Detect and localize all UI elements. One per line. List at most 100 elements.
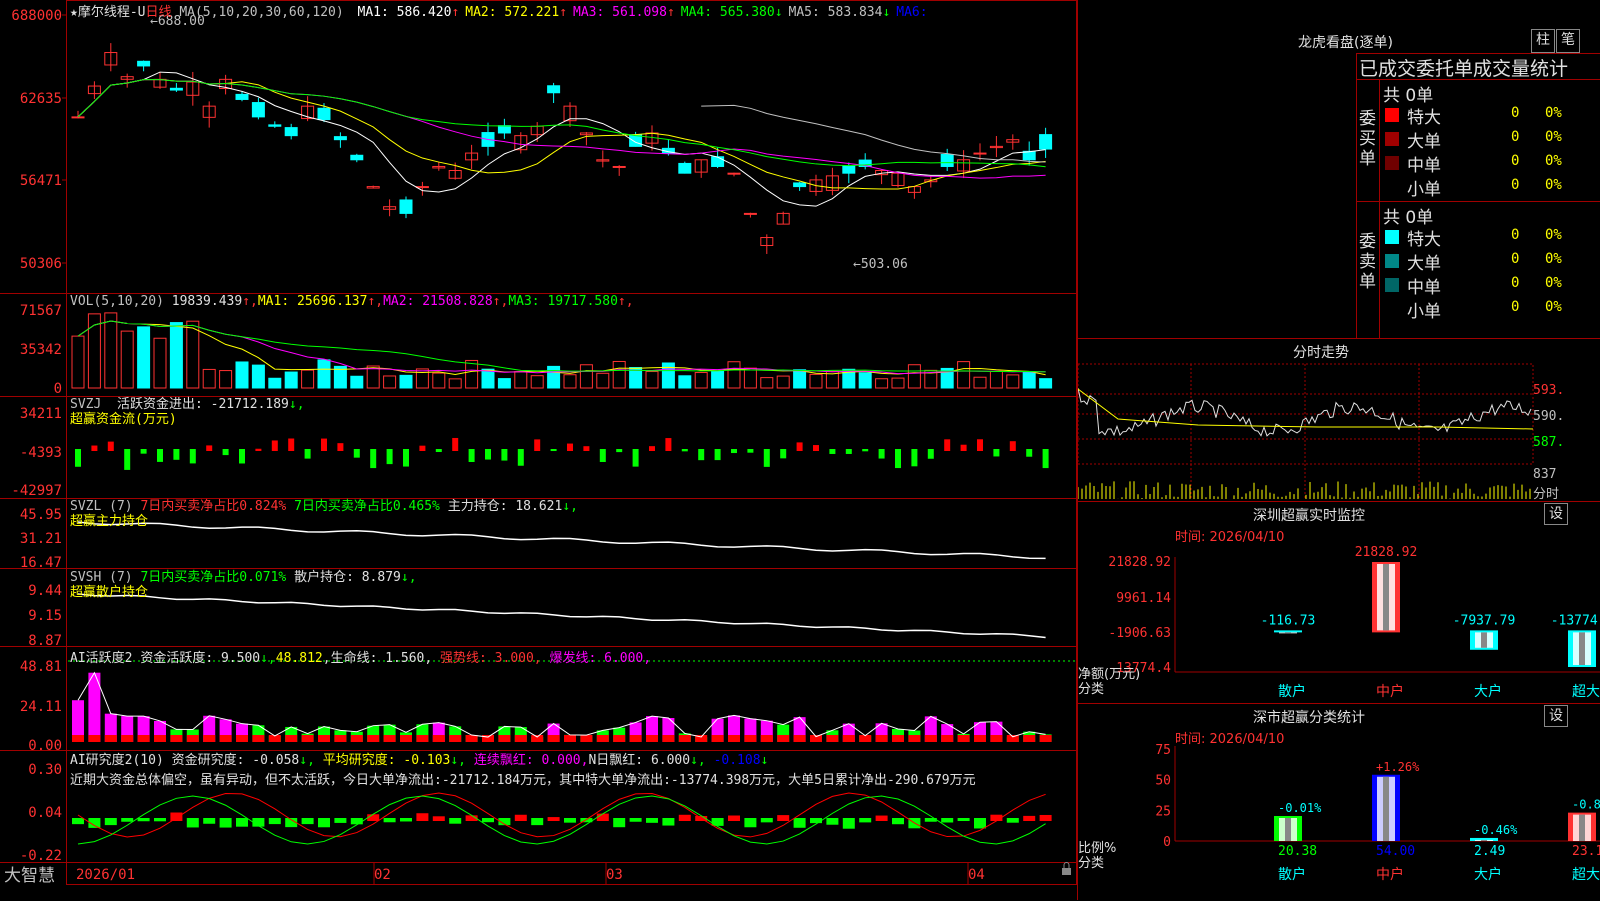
lifeline-bar — [974, 735, 986, 742]
candle-body — [973, 152, 987, 155]
vol-ma-label-1: MA1: 25696.137 — [257, 294, 368, 309]
research-bar — [875, 815, 888, 821]
volume-bar — [202, 368, 216, 389]
realtime-monitor-panel: 深圳超赢实时监控 设 时间: 2026/04/10 21828.92 9961.1… — [1078, 501, 1600, 703]
lifeline-bar — [547, 735, 560, 742]
lifeline-bar — [875, 735, 888, 742]
volume-bar — [973, 376, 987, 389]
research-bar — [400, 818, 412, 822]
volume-bar — [678, 375, 692, 389]
volume-bar — [711, 370, 725, 389]
classify-cat-label: 超大 — [1572, 867, 1600, 883]
volume-bar — [235, 361, 249, 389]
candle-body — [333, 136, 347, 141]
vol-y-tick-3: 0 — [54, 381, 62, 397]
lifeline-bar — [744, 735, 757, 742]
buy-swatch-2 — [1385, 132, 1399, 146]
volume-bar — [366, 365, 380, 389]
main-y-tick-1: 688000 — [11, 8, 62, 24]
flow-bar — [321, 438, 327, 451]
ma-label-4: MA4: 565.380 — [680, 5, 775, 20]
candle-body — [235, 93, 249, 100]
monitor-bar-4 — [1568, 630, 1596, 667]
classify-y-tick: 25 — [1155, 804, 1171, 819]
svzj-y-tick-3: -42997 — [11, 483, 62, 499]
order-stats-panel: 已成交委托单成交量统计 委买单 共 0单 特大 0 0% 大单 0 0% 中单 0 0% 小单 0 0… — [1356, 53, 1600, 339]
lifeline-bar — [793, 735, 806, 742]
volume-bar — [579, 364, 593, 389]
ai-summary: 近期大资金总体偏空，虽有异动，但不太活跃，今日大单净流出:-21712.184万… — [70, 773, 976, 788]
research-bar — [219, 818, 232, 828]
flow-bar — [599, 449, 606, 462]
bar-view-button[interactable]: 柱 — [1531, 29, 1555, 53]
ma-label-6: MA6: — [896, 5, 928, 20]
flow-bar — [386, 449, 393, 465]
ma-label-3: MA3: 561.098 — [573, 5, 667, 20]
intraday-y-tick-1: 593. — [1533, 383, 1565, 398]
flow-bar — [829, 449, 836, 454]
monitor-bar-core — [1481, 632, 1487, 648]
buy-row-label-3: 中单 — [1407, 156, 1441, 176]
x-label-jan: 2026/01 — [76, 867, 135, 883]
volume-bar — [448, 378, 462, 389]
flow-bar — [370, 449, 377, 469]
candle-body — [137, 60, 151, 67]
lifeline-bar — [465, 735, 478, 742]
buy-row-label-4: 小单 — [1407, 180, 1441, 200]
classify-bar-2 — [1372, 774, 1400, 841]
buy-row-label-2: 大单 — [1407, 132, 1441, 152]
classify-bar-1 — [1274, 816, 1302, 841]
ai-research-header: AI研究度2(10) 资金研究度: -0.058↓, 平均研究度: -0.103… — [70, 753, 976, 788]
volume-bar — [219, 370, 233, 389]
main-panel-header: ★摩尔线程-U日线 MA(5,10,20,30,60,120) MA1: 586… — [70, 5, 928, 20]
volume-bar — [776, 375, 790, 389]
candle-body — [399, 199, 413, 214]
flow-bar — [75, 449, 81, 467]
volume-bar — [268, 377, 282, 389]
ma-arrow-3: ↑ — [666, 5, 675, 20]
classify-bar-3 — [1470, 837, 1498, 841]
research-bar — [334, 818, 347, 823]
flow-bar — [271, 440, 278, 451]
research-bar — [678, 814, 691, 821]
flow-bar — [452, 437, 459, 451]
lifeline-bar — [892, 735, 904, 742]
flow-bar — [1026, 449, 1033, 457]
flow-bar — [895, 449, 901, 469]
flow-bar — [796, 442, 803, 451]
flow-bar — [239, 449, 245, 464]
lifeline-bar — [88, 735, 101, 742]
volume-bar — [809, 373, 823, 389]
classify-cat-label: 中户 — [1376, 866, 1404, 883]
classify-value-label: 2.49 — [1474, 844, 1505, 859]
research-bar — [203, 818, 216, 824]
lock-icon[interactable] — [1062, 862, 1071, 876]
intraday-vol-tick: 837 — [1533, 467, 1557, 482]
buy-swatch-1 — [1385, 108, 1399, 122]
lifeline-bar — [1006, 735, 1019, 742]
volume-bar — [858, 372, 872, 389]
lifeline-bar — [449, 735, 462, 742]
classify-change-label: -0.80% — [1572, 798, 1600, 812]
x-label-apr: 04 — [968, 867, 985, 883]
classify-y-tick: 0 — [1163, 835, 1171, 850]
sell-swatch-3 — [1385, 278, 1399, 292]
svsh-panel-header: SVSH (7) 7日内买卖净占比0.071% 散户持仓: 8.879↓, 超赢… — [70, 570, 417, 600]
ai-y-tick-1: 48.81 — [20, 659, 62, 675]
tick-view-button[interactable]: 笔 — [1556, 29, 1580, 53]
candle-body — [1039, 134, 1053, 150]
monitor-cat-label: 散户 — [1278, 683, 1306, 700]
volume-bar — [1022, 371, 1036, 389]
flow-bar — [468, 449, 475, 463]
ai-y-tick-2: 24.11 — [20, 699, 62, 715]
svzl-y-tick-3: 16.47 — [20, 555, 62, 571]
research-bar — [596, 813, 609, 821]
research-bar — [564, 818, 576, 823]
volume-bar — [317, 359, 331, 389]
svsh-y-tick-1: 9.44 — [28, 583, 62, 599]
volume-bar — [547, 365, 561, 389]
monitor-bar-core — [1285, 632, 1291, 634]
buy-swatch-3 — [1385, 156, 1399, 170]
candle-body — [612, 165, 626, 168]
intraday-panel[interactable]: 分时走势 593. 590. 587. 837 分时 — [1078, 338, 1600, 502]
